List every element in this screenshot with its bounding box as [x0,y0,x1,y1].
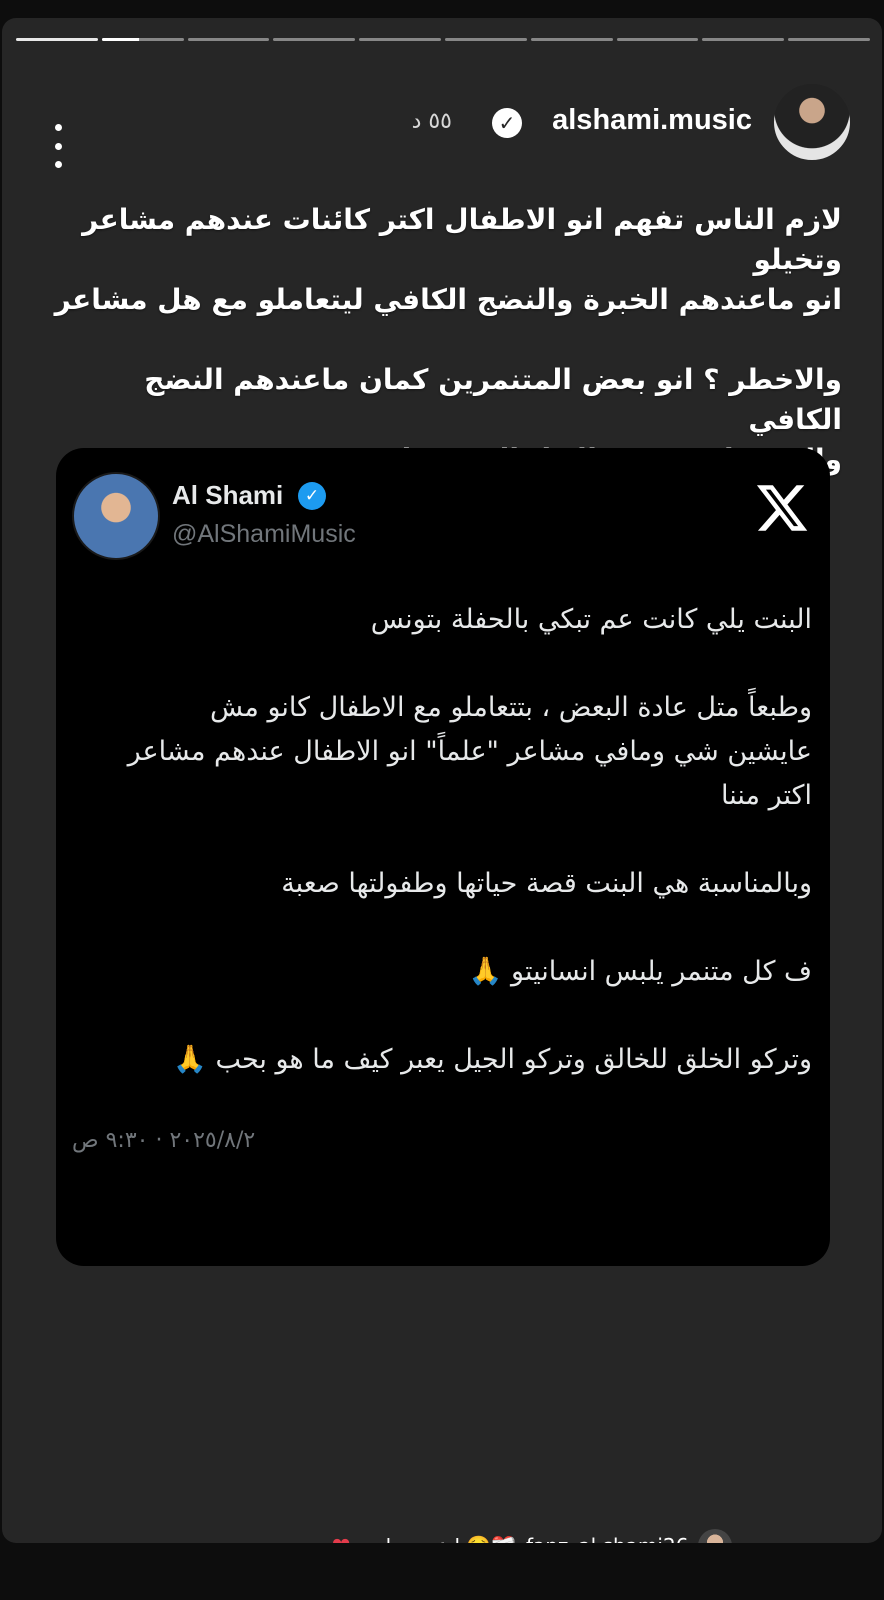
verified-badge-icon: ✓ [492,108,522,138]
tweet-timestamp: ٢٠٢٥/٨/٢ · ٩:٣٠ ص [72,1128,256,1153]
tweet-paragraph: البنت يلي كانت عم تبكي بالحفلة بتونس [370,604,812,635]
more-vertical-icon[interactable] [46,124,70,168]
progress-segment [359,38,441,41]
embedded-tweet-card[interactable]: Al Shami ✓ @AlShamiMusic البنت يلي كانت … [56,448,830,1266]
tweet-text: البنت يلي كانت عم تبكي بالحفلة بتونس وطب… [96,598,812,1082]
story-viewer[interactable]: alshami.music ✓ ٥٥ د لازم الناس تفهم انو… [2,18,882,1543]
mention-avatar[interactable] [698,1529,733,1543]
caption-line: انو ماعندهم الخبرة والنضج الكافي ليتعامل… [54,283,842,316]
tweet-paragraph: وبالمناسبة هي البنت قصة حياتها وطفولتها … [281,868,812,899]
progress-segment [101,38,184,41]
caption-line: والاخطر ؟ انو بعض المتنمرين كمان ماعندهم… [144,363,842,436]
x-logo-icon [756,485,808,531]
story-progress-bar [16,38,870,41]
mention-username[interactable]: fanz_al.shami26 [526,1534,688,1543]
username[interactable]: alshami.music [552,104,752,137]
progress-segment [444,38,527,41]
tweet-paragraph: وطبعاً متل عادة البعض ، بتتعاملو مع الاط… [210,692,812,723]
tweet-paragraph: اكتر مننا [721,780,812,811]
progress-segment [16,38,98,41]
tweet-author-avatar [72,472,160,560]
profile-avatar[interactable] [772,82,852,162]
progress-segment [788,38,870,41]
progress-segment [530,38,613,41]
tweet-author-name: Al Shami [172,480,284,510]
progress-segment [187,38,270,41]
progress-segment [273,38,356,41]
tweet-paragraph: ف كل متنمر يلبس انسانيتو 🙏 [468,956,812,987]
tweet-author-handle: @AlShamiMusic [172,520,356,548]
heart-icon: ❤ [332,1534,350,1544]
story-mention[interactable]: ❤ يا عيوني انت🥺❤️‍🩹 fanz_al.shami26 [332,1526,733,1544]
caption-line: لازم الناس تفهم انو الاطفال اكتر كائنات … [82,203,842,276]
story-header: alshami.music ✓ ٥٥ د [2,62,882,168]
tweet-paragraph: وتركو الخلق للخالق وتركو الجيل يعبر كيف … [173,1044,812,1075]
progress-segment [616,38,699,41]
verified-badge-icon: ✓ [298,482,326,510]
mention-text: يا عيوني انت🥺❤️‍🩹 [360,1534,516,1543]
time-ago: ٥٥ د [411,109,452,134]
tweet-paragraph: عايشين شي ومافي مشاعر "علماً" انو الاطفا… [127,736,812,767]
progress-segment [702,38,785,41]
story-caption: لازم الناس تفهم انو الاطفال اكتر كائنات … [42,200,842,480]
